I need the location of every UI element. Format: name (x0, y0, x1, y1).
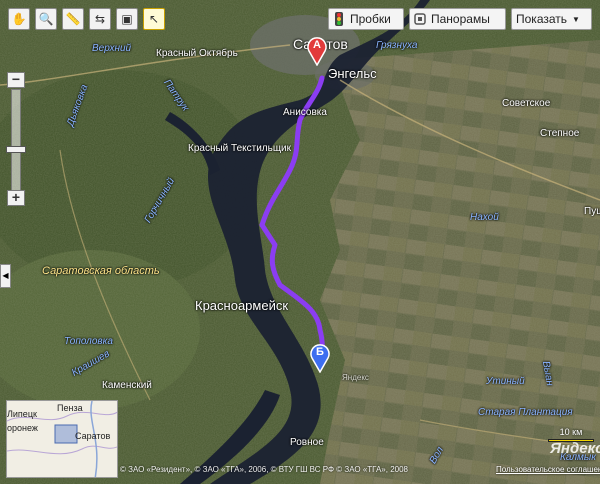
pointer-tool-button[interactable]: ↖ (143, 8, 165, 30)
minimap-label-lipetsk: Липецк (7, 409, 37, 419)
copyright-text: © ЗАО «Резидент», © ЗАО «ТГА», 2006, © В… (120, 465, 408, 474)
zoom-in-button[interactable]: + (7, 190, 25, 206)
show-label: Показать (516, 12, 568, 26)
label-krasny-oktyabr: Красный Октябрь (156, 48, 238, 59)
zoom-area-tool-button[interactable]: 🔍 (35, 8, 57, 30)
route-start-marker[interactable]: А (306, 36, 328, 67)
terms-link[interactable]: Пользовательское соглашение (496, 465, 600, 474)
zoom-out-button[interactable]: − (7, 72, 25, 88)
hand-tool-button[interactable]: ✋ (8, 8, 30, 30)
show-dropdown[interactable]: Показать ▼ (511, 8, 592, 30)
label-staraya-plantatsiya: Старая Плантация (478, 407, 573, 418)
screen-tool-button[interactable]: ▣ (116, 8, 138, 30)
label-stepnoe: Степное (540, 128, 580, 139)
label-saratov-region: Саратовская область (42, 265, 160, 277)
chevron-down-icon: ▼ (572, 14, 580, 24)
minimap-label-voronezh: оронеж (7, 423, 38, 433)
label-gryaznukha: Грязнуха (376, 40, 418, 51)
label-toplovka: Тополовка (64, 336, 113, 347)
map-canvas[interactable]: ✋ 🔍 📏 ⇆ ▣ ↖ Пробки Панорамы Показать ▼ − + ◀ … (0, 0, 600, 484)
zoom-slider-track[interactable] (11, 89, 21, 192)
zoom-area-tool-icon: 🔍 (38, 12, 54, 26)
ruler-tool-button[interactable]: 📏 (62, 8, 84, 30)
label-nakhoy: Нахой (470, 212, 499, 223)
minimap-label-penza: Пенза (57, 403, 83, 413)
label-engels: Энгельс (328, 66, 377, 81)
zoom-slider-thumb[interactable] (6, 146, 26, 153)
label-yandex-watermark: Яндекс (342, 373, 369, 382)
traffic-label: Пробки (350, 12, 391, 26)
label-rovnoe: Ровное (290, 437, 324, 448)
side-panel-toggle[interactable]: ◀ (0, 264, 11, 288)
label-utiny: Утиный (486, 376, 525, 387)
label-kamensky: Каменский (102, 380, 152, 391)
route-end-marker[interactable]: Б (309, 343, 331, 374)
screen-tool-icon: ▣ (121, 12, 133, 26)
route-tool-button[interactable]: ⇆ (89, 8, 111, 30)
pointer-tool-icon: ↖ (148, 12, 160, 26)
marker-a-label: А (313, 39, 321, 51)
label-sovetskoe: Советское (502, 98, 551, 109)
panorama-icon (414, 12, 426, 26)
label-anisovka: Анисовка (283, 107, 327, 118)
overview-minimap[interactable]: Пенза оронеж Липецк Саратов (6, 400, 118, 478)
route-tool-icon: ⇆ (94, 12, 106, 26)
traffic-light-icon (333, 12, 345, 26)
label-pushk: Пушк (584, 206, 600, 217)
traffic-button[interactable]: Пробки (328, 8, 404, 30)
yandex-logo: Яндекс (550, 440, 600, 457)
panoramas-button[interactable]: Панорамы (409, 8, 506, 30)
label-krasny-tekstilshchik: Красный Текстильщик (188, 143, 292, 154)
label-krasnoarmeysk: Красноармейск (195, 298, 289, 313)
marker-b-label: Б (316, 346, 324, 358)
panoramas-label: Панорамы (431, 12, 490, 26)
ruler-tool-icon: 📏 (65, 12, 81, 26)
minimap-label-saratov: Саратов (75, 431, 111, 441)
scale-label: 10 км (559, 427, 583, 437)
hand-tool-icon: ✋ (11, 12, 27, 26)
label-verkhniy: Верхний (92, 43, 132, 54)
